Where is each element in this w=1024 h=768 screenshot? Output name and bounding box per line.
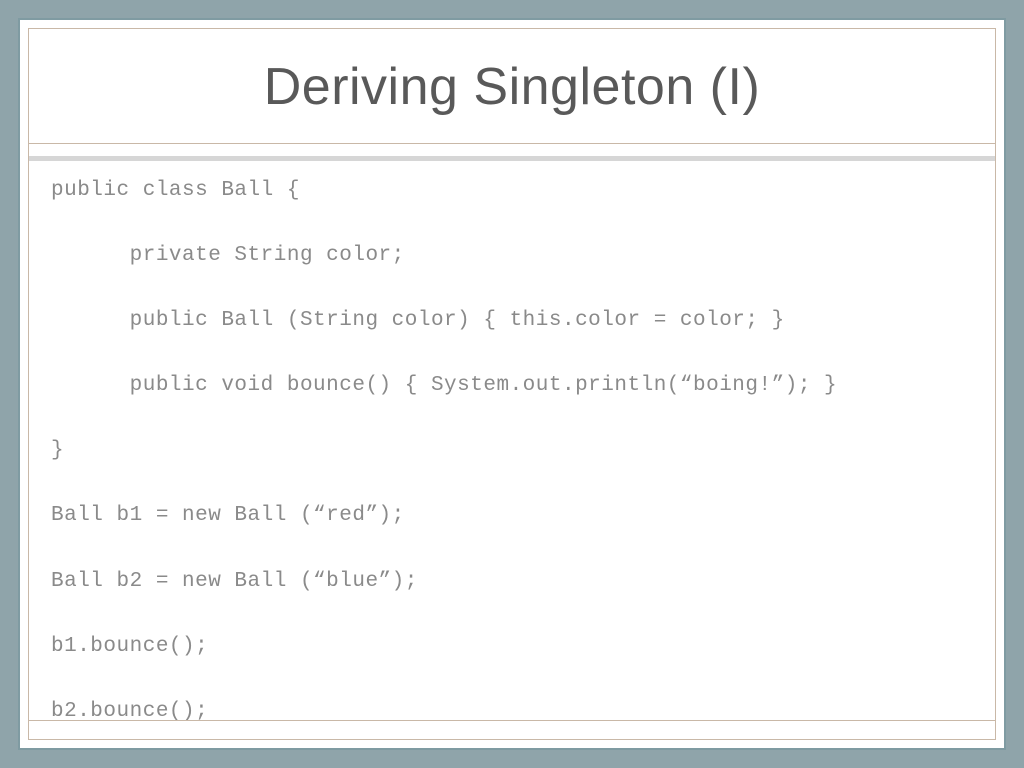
code-container: public class Ball { private String color… — [29, 161, 995, 721]
slide-title: Deriving Singleton (I) — [49, 57, 975, 117]
slide-outer-frame: Deriving Singleton (I) public class Ball… — [18, 18, 1006, 750]
footer-strip — [29, 721, 995, 739]
slide-inner-frame: Deriving Singleton (I) public class Ball… — [28, 28, 996, 740]
code-block: public class Ball { private String color… — [51, 175, 973, 721]
title-container: Deriving Singleton (I) — [29, 29, 995, 144]
